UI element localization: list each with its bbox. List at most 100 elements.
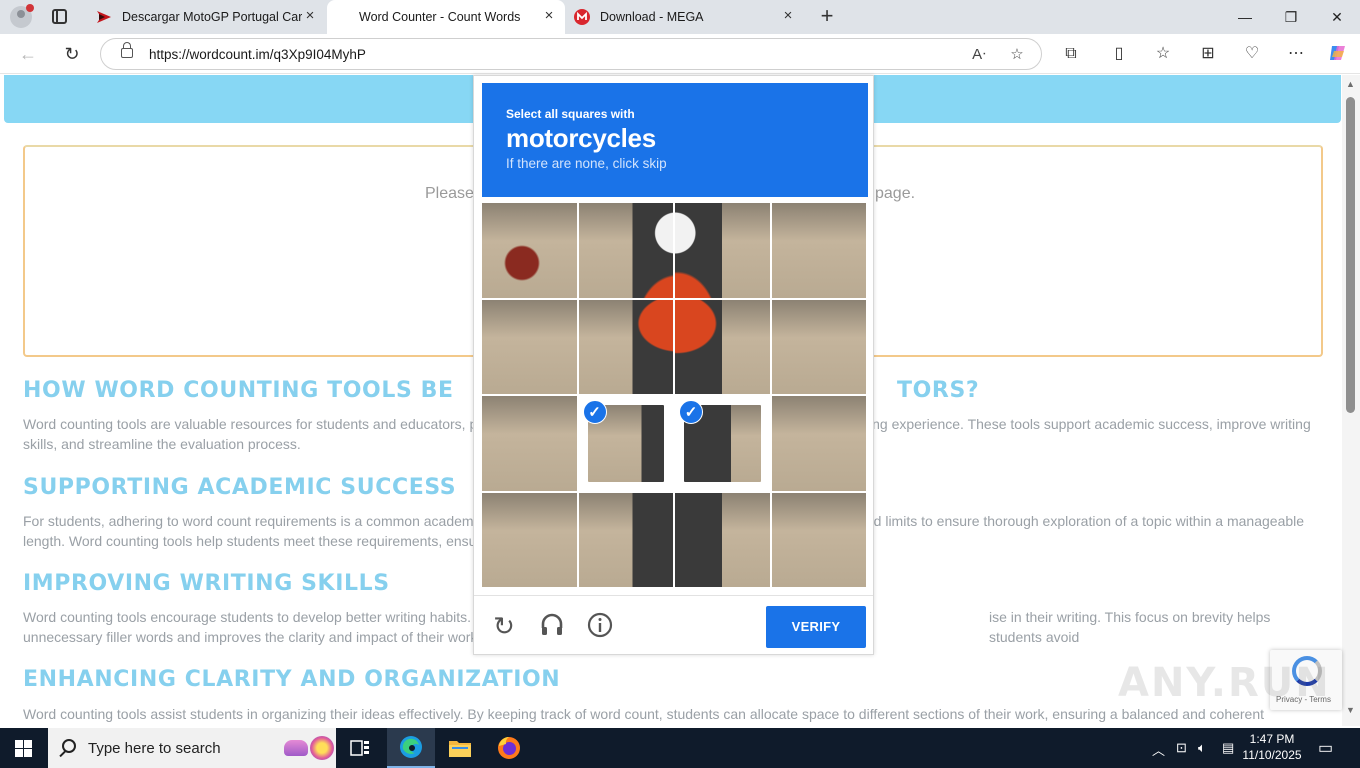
network-icon[interactable]: ▤ <box>1222 740 1234 756</box>
tab-title: Word Counter - Count Words <box>359 10 521 24</box>
extensions-icon[interactable]: ⧉ <box>1060 43 1082 65</box>
browser-toolbar: ← ↻ https://wordcount.im/q3Xp9I04MyhP Aᐧ… <box>0 34 1360 74</box>
captcha-tile[interactable] <box>771 203 866 298</box>
profile-avatar-icon[interactable] <box>10 4 34 28</box>
windows-taskbar: Type here to search ︿ ⊡ 🔈︎ ▤ 1:47 PM 11/… <box>0 728 1360 768</box>
captcha-target: motorcycles <box>506 123 656 153</box>
copilot-icon[interactable] <box>1327 43 1349 65</box>
firefox-icon[interactable] <box>485 728 533 768</box>
captcha-tile[interactable]: ✓ <box>675 396 770 491</box>
captcha-tile-image <box>578 299 673 394</box>
show-hidden-icons-chevron-icon[interactable]: ︿ <box>1152 740 1165 759</box>
audio-icon[interactable] <box>537 611 567 641</box>
captcha-tile-image <box>771 299 866 394</box>
tab-actions-icon[interactable] <box>52 9 67 24</box>
network-device-icon[interactable]: ⊡ <box>1176 740 1187 756</box>
captcha-tile-image <box>771 492 866 587</box>
captcha-tile[interactable] <box>482 203 577 298</box>
page-scrollbar[interactable]: ▲ ▼ <box>1342 75 1360 726</box>
browser-essentials-icon[interactable]: ♡ <box>1241 43 1263 65</box>
edge-taskbar-icon[interactable] <box>387 728 435 768</box>
captcha-tile-image <box>578 492 673 587</box>
url-text[interactable]: https://wordcount.im/q3Xp9I04MyhP <box>149 47 366 62</box>
captcha-tile[interactable] <box>771 396 866 491</box>
scroll-thumb[interactable] <box>1346 97 1355 413</box>
captcha-tile[interactable] <box>482 492 577 587</box>
lock-icon[interactable] <box>121 42 133 58</box>
search-placeholder: Type here to search <box>88 740 221 757</box>
search-highlight-icon <box>284 740 308 756</box>
favorite-star-icon[interactable]: ☆ <box>1007 45 1027 65</box>
split-screen-icon[interactable]: ▯ <box>1108 43 1130 65</box>
read-aloud-icon[interactable]: Aᐧ <box>969 45 989 65</box>
section-heading: HOW WORD COUNTING TOOLS BE TORS? <box>23 378 980 403</box>
browser-tab-strip: Descargar MotoGP Portugal Carre × Word C… <box>0 0 1360 34</box>
captcha-tile-image <box>771 203 866 298</box>
watermark: ANY.RUN <box>1118 660 1331 706</box>
taskbar-search-box[interactable]: Type here to search <box>48 728 336 768</box>
captcha-tile[interactable] <box>771 492 866 587</box>
close-window-button[interactable]: ✕ <box>1314 0 1360 34</box>
captcha-tile-image <box>675 203 770 298</box>
motogp-favicon-icon <box>97 11 111 23</box>
taskbar-clock[interactable]: 1:47 PM 11/10/2025 <box>1240 731 1304 763</box>
tab-close-icon[interactable]: × <box>782 8 794 23</box>
tab-title: Download - MEGA <box>600 10 704 24</box>
captcha-tile-image <box>675 299 770 394</box>
tab-title: Descargar MotoGP Portugal Carre <box>122 10 302 24</box>
captcha-tile-image <box>482 492 577 587</box>
collections-icon[interactable]: ⊞ <box>1197 43 1219 65</box>
captcha-tile[interactable]: ✓ <box>578 396 673 491</box>
search-icon <box>62 739 76 753</box>
selected-check-icon: ✓ <box>582 400 607 424</box>
captcha-tile-image <box>482 299 577 394</box>
tab-motogp[interactable]: Descargar MotoGP Portugal Carre × <box>88 0 326 34</box>
captcha-tile[interactable] <box>578 203 673 298</box>
captcha-tile[interactable] <box>578 492 673 587</box>
captcha-tile[interactable] <box>578 299 673 394</box>
captcha-tile[interactable] <box>482 299 577 394</box>
section-paragraph: Word counting tools assist students in o… <box>23 706 1265 722</box>
volume-icon[interactable]: 🔈︎ <box>1198 740 1206 756</box>
captcha-tile-image <box>771 396 866 491</box>
captcha-tile[interactable] <box>771 299 866 394</box>
file-explorer-icon[interactable] <box>436 728 484 768</box>
task-view-icon[interactable] <box>336 728 384 768</box>
clock-time: 1:47 PM <box>1249 732 1295 746</box>
address-bar[interactable]: https://wordcount.im/q3Xp9I04MyhP Aᐧ ☆ <box>100 38 1042 70</box>
settings-more-icon[interactable]: ⋯ <box>1285 43 1307 65</box>
scroll-down-icon[interactable]: ▼ <box>1346 705 1355 715</box>
section-heading: SUPPORTING ACADEMIC SUCCESS <box>23 475 457 500</box>
maximize-button[interactable]: ❐ <box>1268 0 1314 34</box>
section-heading: IMPROVING WRITING SKILLS <box>23 571 390 596</box>
section-heading: ENHANCING CLARITY AND ORGANIZATION <box>23 667 561 692</box>
refresh-icon[interactable]: ↻ <box>60 42 84 66</box>
windows-start-icon[interactable] <box>15 740 32 757</box>
minimize-button[interactable]: — <box>1222 0 1268 34</box>
tab-word-counter[interactable]: Word Counter - Count Words × <box>327 0 565 34</box>
search-highlight-flower-icon <box>310 736 334 760</box>
tab-close-icon[interactable]: × <box>304 8 316 23</box>
verify-button[interactable]: VERIFY <box>766 606 866 648</box>
captcha-tile[interactable] <box>675 299 770 394</box>
notification-dot <box>26 4 34 12</box>
captcha-tile[interactable] <box>675 203 770 298</box>
captcha-tile-image <box>578 203 673 298</box>
reload-icon[interactable]: ↻ <box>489 611 519 641</box>
captcha-tile[interactable] <box>482 396 577 491</box>
captcha-tile[interactable] <box>675 492 770 587</box>
favorites-icon[interactable]: ☆ <box>1152 43 1174 65</box>
new-tab-button[interactable]: + <box>816 5 838 27</box>
info-icon[interactable] <box>585 611 615 641</box>
tab-close-icon[interactable]: × <box>543 8 555 23</box>
mega-favicon-icon <box>574 9 590 25</box>
captcha-header: Select all squares with motorcycles If t… <box>482 83 868 197</box>
captcha-tile-image <box>482 203 577 298</box>
back-arrow-icon[interactable]: ← <box>16 42 40 66</box>
tab-mega[interactable]: Download - MEGA × <box>566 0 804 34</box>
clock-date: 11/10/2025 <box>1242 748 1302 762</box>
textarea-placeholder-end: page. <box>875 185 916 202</box>
scroll-up-icon[interactable]: ▲ <box>1346 79 1355 89</box>
textarea-placeholder: Please <box>425 185 474 202</box>
notifications-icon[interactable]: ▭ <box>1318 738 1333 758</box>
